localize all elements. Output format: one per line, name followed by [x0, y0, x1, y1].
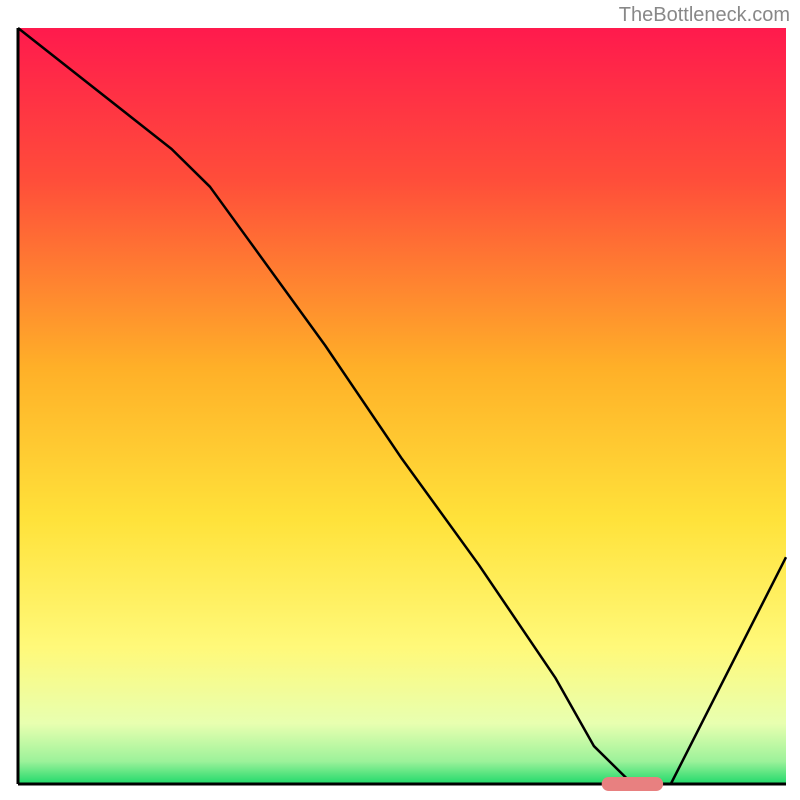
watermark-text: TheBottleneck.com: [619, 4, 790, 27]
chart-container: TheBottleneck.com: [0, 0, 800, 800]
optimal-range-marker: [602, 777, 663, 791]
bottleneck-chart: [0, 0, 800, 800]
plot-background: [18, 28, 786, 784]
